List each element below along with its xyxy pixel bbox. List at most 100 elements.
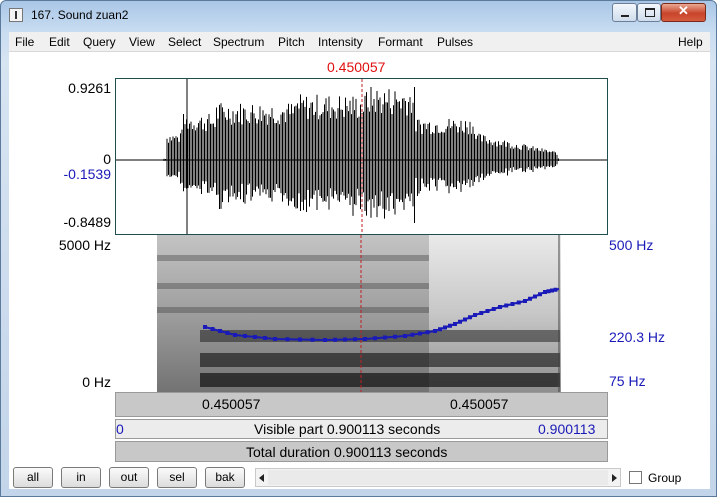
pitch-point (363, 337, 367, 341)
maximize-icon (645, 8, 655, 17)
pitch-point (473, 313, 477, 317)
pitch-point (533, 294, 537, 299)
group-label: Group (648, 471, 682, 485)
zoom-selection-button[interactable]: sel (157, 467, 197, 488)
pitch-top-label: 500 Hz (609, 237, 654, 253)
pitch-point (310, 337, 315, 342)
title-bar[interactable]: 167. Sound zuan2 ✕ (1, 1, 716, 31)
spectrogram-panel[interactable] (115, 235, 608, 392)
zoom-back-button[interactable]: bak (205, 467, 245, 488)
menu-query[interactable]: Query (83, 35, 116, 49)
waveform-min-label: -0.8489 (63, 214, 111, 230)
pitch-point (210, 327, 215, 331)
scrollbar-thumb[interactable] (268, 470, 608, 485)
pitch-point (468, 315, 472, 320)
pitch-point (458, 319, 462, 324)
spectrogram-top-label: 5000 Hz (58, 237, 111, 253)
pitch-point (253, 335, 257, 339)
visible-end-label: 0.900113 (538, 421, 596, 437)
pitch-point (528, 296, 532, 301)
selection-bar[interactable]: 0.450057 0.450057 (115, 392, 608, 417)
pitch-point (516, 300, 521, 305)
minimize-button[interactable] (612, 3, 637, 22)
spectrogram-energy (157, 235, 561, 392)
pitch-point (218, 329, 222, 333)
zoom-out-button[interactable]: out (109, 467, 149, 488)
menu-pulses[interactable]: Pulses (437, 35, 473, 49)
waveform-max-label: 0.9261 (68, 80, 111, 96)
visible-start-label: 0 (116, 421, 124, 437)
menu-formant[interactable]: Formant (378, 35, 423, 49)
pitch-point (263, 336, 267, 340)
menu-intensity[interactable]: Intensity (318, 35, 363, 49)
menu-pitch[interactable]: Pitch (278, 35, 305, 49)
window-title: 167. Sound zuan2 (31, 8, 129, 22)
pitch-point (550, 288, 554, 293)
waveform-zero-label: 0 (103, 151, 111, 167)
pitch-point (433, 329, 437, 333)
pitch-point (491, 307, 496, 311)
menu-edit[interactable]: Edit (49, 35, 70, 49)
zoom-in-button[interactable]: in (61, 467, 101, 488)
pitch-point (233, 333, 237, 337)
pitch-point (353, 337, 357, 342)
pitch-point (403, 334, 407, 338)
pitch-point (298, 337, 302, 342)
spectrogram-plot (157, 235, 561, 392)
pitch-point (443, 325, 447, 330)
group-checkbox[interactable] (629, 471, 642, 484)
pitch-point (418, 331, 422, 336)
pitch-point (425, 330, 430, 335)
spectrogram-bottom-label: 0 Hz (82, 374, 111, 390)
pitch-point (553, 287, 558, 292)
maximize-button[interactable] (637, 3, 661, 22)
pitch-point (453, 322, 457, 326)
waveform-panel[interactable] (115, 78, 608, 235)
menu-select[interactable]: Select (168, 35, 201, 49)
pitch-point (383, 335, 387, 340)
cursor-amplitude-label: -0.1539 (63, 166, 111, 182)
pitch-point (273, 337, 277, 341)
minimize-icon (621, 15, 629, 17)
scroll-right-icon[interactable] (612, 474, 617, 482)
pitch-point (373, 336, 377, 341)
pitch-point (243, 334, 247, 338)
menu-file[interactable]: File (15, 35, 34, 49)
pitch-point (498, 305, 502, 309)
pitch-point (225, 331, 230, 335)
pitch-point (203, 325, 207, 329)
menu-spectrum[interactable]: Spectrum (213, 35, 264, 49)
menu-help[interactable]: Help (678, 35, 703, 49)
total-duration-bar[interactable]: Total duration 0.900113 seconds (115, 441, 608, 462)
pitch-point (510, 302, 515, 306)
pitch-point (546, 289, 551, 294)
close-button[interactable]: ✕ (661, 3, 706, 22)
scroll-left-icon[interactable] (259, 474, 264, 482)
pitch-point (463, 317, 467, 322)
pitch-point (479, 311, 484, 315)
pitch-point (343, 337, 347, 342)
pitch-point (523, 299, 527, 303)
horizontal-scrollbar[interactable] (255, 468, 621, 487)
visible-part-label: Visible part 0.900113 seconds (254, 421, 441, 437)
pitch-point (333, 337, 337, 342)
pitch-point (393, 334, 397, 339)
left-part-time: 0.450057 (202, 396, 261, 412)
pitch-bottom-label: 75 Hz (609, 373, 646, 389)
pitch-point (538, 292, 542, 297)
pitch-point (438, 327, 442, 332)
pitch-point (504, 303, 509, 308)
pitch-point (410, 332, 415, 337)
sound-editor-window: 167. Sound zuan2 ✕ File Edit Query View … (0, 0, 717, 497)
pitch-point (485, 309, 490, 313)
zoom-all-button[interactable]: all (13, 467, 53, 488)
pitch-point (285, 337, 290, 342)
pitch-cursor-label: 220.3 Hz (609, 329, 666, 345)
menu-bar: File Edit Query View Select Spectrum Pit… (9, 32, 710, 52)
total-duration-label: Total duration 0.900113 seconds (246, 444, 448, 460)
visible-part-bar[interactable]: 0 Visible part 0.900113 seconds 0.900113 (115, 419, 608, 439)
waveform-trace (163, 87, 559, 223)
menu-view[interactable]: View (129, 35, 155, 49)
right-part-time: 0.450057 (450, 396, 509, 412)
close-icon: ✕ (678, 3, 689, 18)
